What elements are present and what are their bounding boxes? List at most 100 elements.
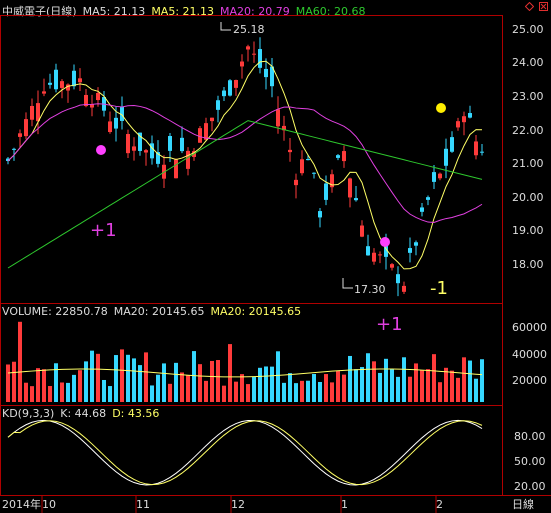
volume-bar	[192, 351, 196, 402]
period-label: 日線	[512, 497, 534, 511]
volume-bar	[432, 354, 436, 402]
volume-bar	[12, 361, 16, 402]
price-tick: 22.00	[512, 124, 544, 137]
candle-body	[180, 137, 184, 152]
volume-bar	[150, 385, 154, 402]
volume-bar	[132, 358, 136, 402]
volume-bar	[390, 368, 394, 402]
candle-body	[108, 121, 112, 133]
volume-bar	[324, 374, 328, 402]
candles	[6, 37, 484, 297]
panel-frames	[0, 15, 551, 496]
volume-bar	[480, 359, 484, 402]
volume-bar	[372, 361, 376, 402]
volume-bar	[138, 365, 142, 402]
price-axis: 25.00 24.00 23.00 22.00 21.00 20.00 19.0…	[512, 23, 544, 271]
volume-bar	[60, 382, 64, 402]
volume-bar	[222, 385, 226, 402]
volume-bar	[360, 367, 364, 402]
candle-body	[210, 117, 214, 122]
volume-bar	[174, 362, 178, 402]
candle-body	[216, 100, 220, 110]
volume-bar	[318, 381, 322, 402]
volume-bar	[84, 361, 88, 402]
candle-body	[468, 113, 472, 118]
volume-bar	[108, 386, 112, 402]
candle-body	[48, 82, 52, 85]
volume-bar	[234, 381, 238, 402]
high-label: 25.18	[233, 23, 265, 36]
high-annotation: 25.18	[220, 22, 265, 36]
candle-body	[474, 141, 478, 156]
candle-body	[12, 148, 16, 150]
volume-bar	[42, 369, 46, 402]
candle-body	[390, 264, 394, 268]
price-tick: 18.00	[512, 258, 544, 271]
volume-bar	[450, 370, 454, 402]
volume-bar	[462, 357, 466, 402]
kd-tick: 80.00	[514, 430, 546, 443]
candle-body	[342, 151, 346, 162]
volume-bar	[300, 380, 304, 402]
volume-bar	[456, 377, 460, 402]
candle-body	[198, 128, 202, 143]
signal-dot-yellow	[436, 103, 446, 113]
candle-body	[438, 173, 442, 179]
candle-body	[24, 119, 28, 137]
candle-body	[54, 69, 58, 90]
volume-bar	[6, 364, 10, 402]
volume-bar	[66, 382, 70, 402]
kd-axis: 80.00 50.00 20.00	[514, 430, 546, 493]
candle-body	[414, 242, 418, 246]
price-tick: 23.00	[512, 90, 544, 103]
volume-bar	[114, 355, 118, 402]
marker-plus1: +1	[90, 220, 117, 241]
signal-dot-magenta	[96, 145, 106, 155]
d-line	[7, 420, 483, 486]
kd-lines	[7, 419, 483, 486]
volume-bar	[96, 353, 100, 402]
volume-bar	[18, 321, 22, 402]
volume-bar	[228, 344, 232, 402]
stock-chart[interactable]: 25.00 24.00 23.00 22.00 21.00 20.00 19.0…	[0, 0, 551, 513]
date-label: 11	[136, 498, 150, 511]
volume-bar	[270, 366, 274, 402]
volume-bar	[282, 382, 286, 402]
candle-body	[186, 150, 190, 169]
volume-bar	[384, 358, 388, 402]
volume-bar	[30, 386, 34, 402]
volume-bar	[168, 383, 172, 402]
kd-tick: 50.00	[514, 455, 546, 468]
volume-bar	[126, 354, 130, 402]
volume-bar	[336, 370, 340, 402]
volume-bar	[120, 349, 124, 402]
volume-bar	[48, 386, 52, 402]
volume-bar	[54, 363, 58, 402]
price-tick: 24.00	[512, 56, 544, 69]
signal-dot-magenta	[380, 237, 390, 247]
volume-bar	[156, 374, 160, 402]
candle-body	[42, 91, 46, 94]
candle-body	[444, 148, 448, 166]
ma20-line	[7, 103, 483, 223]
date-label: 12	[231, 498, 245, 511]
candle-body	[420, 207, 424, 212]
candle-body	[144, 150, 148, 153]
candle-body	[72, 70, 76, 87]
volume-bar	[396, 376, 400, 402]
volume-bar	[468, 360, 472, 402]
volume-bar	[252, 376, 256, 402]
candle-body	[426, 197, 430, 200]
candle-body	[234, 80, 238, 88]
volume-tick: 40000	[512, 348, 547, 361]
candle-body	[240, 61, 244, 67]
candle-body	[306, 159, 310, 161]
date-label: 10	[42, 498, 56, 511]
candle-body	[60, 81, 64, 88]
candle-body	[18, 133, 22, 137]
candle-body	[378, 254, 382, 256]
candle-body	[288, 149, 292, 153]
volume-bar	[72, 374, 76, 402]
candle-body	[354, 198, 358, 201]
candle-body	[252, 53, 256, 55]
